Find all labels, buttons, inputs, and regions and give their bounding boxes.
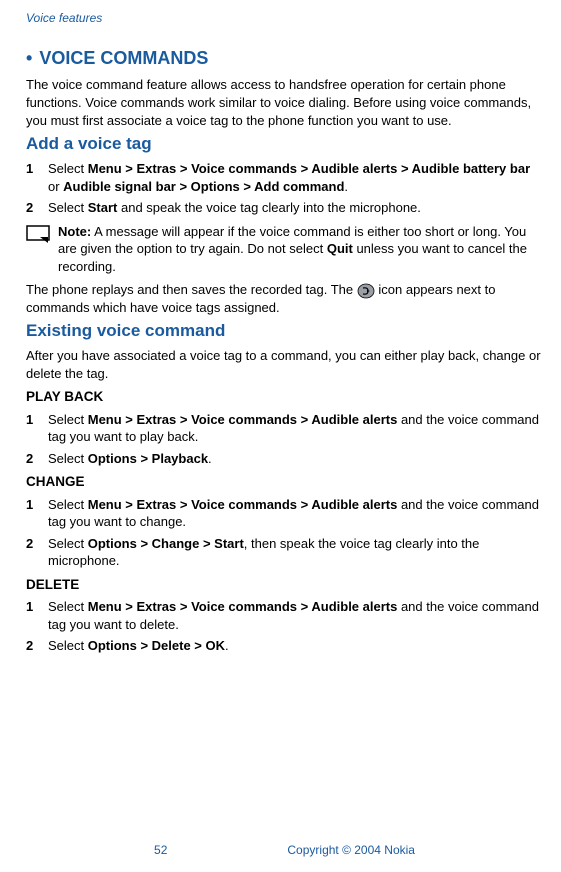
step-text: Select Menu > Extras > Voice commands > …	[48, 598, 543, 633]
step-number: 2	[26, 535, 48, 570]
change-heading: CHANGE	[26, 473, 543, 491]
existing-intro: After you have associated a voice tag to…	[26, 347, 543, 382]
step-number: 1	[26, 160, 48, 195]
title-text: VOICE COMMANDS	[39, 48, 208, 68]
add-heading: Add a voice tag	[26, 133, 543, 156]
note-body: Note: A message will appear if the voice…	[58, 223, 543, 276]
step-text: Select Options > Delete > OK.	[48, 637, 543, 655]
step-number: 1	[26, 496, 48, 531]
step-text: Select Menu > Extras > Voice commands > …	[48, 496, 543, 531]
after-note-paragraph: The phone replays and then saves the rec…	[26, 281, 543, 316]
note-block: Note: A message will appear if the voice…	[26, 223, 543, 276]
intro-paragraph: The voice command feature allows access …	[26, 76, 543, 129]
delete-step-2: 2 Select Options > Delete > OK.	[26, 637, 543, 655]
playback-heading: PLAY BACK	[26, 388, 543, 406]
section-header: Voice features	[26, 10, 543, 26]
step-text: Select Options > Playback.	[48, 450, 543, 468]
step-number: 2	[26, 199, 48, 217]
step-text: Select Menu > Extras > Voice commands > …	[48, 411, 543, 446]
existing-heading: Existing voice command	[26, 320, 543, 343]
step-text: Select Start and speak the voice tag cle…	[48, 199, 543, 217]
add-step-1: 1 Select Menu > Extras > Voice commands …	[26, 160, 543, 195]
voice-tag-icon	[357, 283, 375, 299]
note-icon	[26, 225, 50, 250]
change-step-2: 2 Select Options > Change > Start, then …	[26, 535, 543, 570]
step-number: 2	[26, 450, 48, 468]
copyright-text: Copyright © 2004 Nokia	[287, 842, 415, 858]
step-text: Select Menu > Extras > Voice commands > …	[48, 160, 543, 195]
step-number: 2	[26, 637, 48, 655]
playback-step-1: 1 Select Menu > Extras > Voice commands …	[26, 411, 543, 446]
step-number: 1	[26, 598, 48, 633]
step-text: Select Options > Change > Start, then sp…	[48, 535, 543, 570]
change-step-1: 1 Select Menu > Extras > Voice commands …	[26, 496, 543, 531]
delete-step-1: 1 Select Menu > Extras > Voice commands …	[26, 598, 543, 633]
title-bullet: •	[26, 48, 32, 68]
playback-step-2: 2 Select Options > Playback.	[26, 450, 543, 468]
add-step-2: 2 Select Start and speak the voice tag c…	[26, 199, 543, 217]
step-number: 1	[26, 411, 48, 446]
delete-heading: DELETE	[26, 576, 543, 594]
page-title: • VOICE COMMANDS	[26, 46, 543, 70]
page-number: 52	[154, 842, 167, 858]
page-footer: 52 Copyright © 2004 Nokia	[26, 842, 543, 858]
